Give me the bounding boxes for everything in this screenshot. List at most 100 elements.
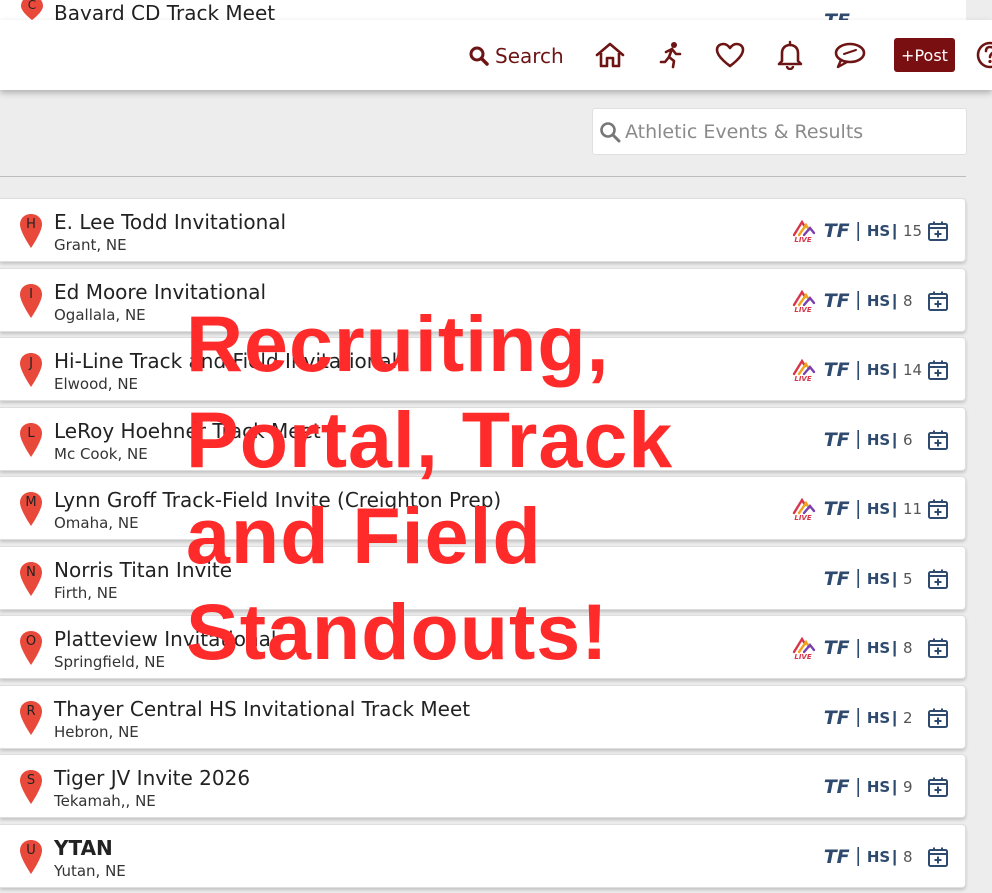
event-location: Tekamah,, NE <box>54 792 156 810</box>
map-pin-icon: U <box>19 839 43 880</box>
event-row[interactable]: H E. Lee Todd Invitational Grant, NE LIV… <box>0 198 966 262</box>
map-pin-icon: L <box>19 422 43 463</box>
svg-text:L: L <box>27 426 35 441</box>
event-name[interactable]: YTAN <box>54 836 113 860</box>
events-search-input[interactable] <box>625 120 945 143</box>
event-row[interactable]: S Tiger JV Invite 2026 Tekamah,, NE LIVE… <box>0 754 966 818</box>
separator: | <box>855 706 861 728</box>
event-location: Yutan, NE <box>54 861 126 880</box>
team-count: 8 <box>903 639 913 657</box>
event-row[interactable]: O Platteview Invitational Springfield, N… <box>0 615 966 679</box>
calendar-add-icon[interactable] <box>927 359 949 381</box>
event-name[interactable]: E. Lee Todd Invitational <box>54 210 286 234</box>
event-name[interactable]: LeRoy Hoehner Track Meet <box>54 419 321 443</box>
event-name[interactable]: Platteview Invitational <box>54 627 276 651</box>
separator: | <box>892 568 897 588</box>
svg-text:LIVE: LIVE <box>794 306 811 313</box>
sport-label: TF <box>823 428 850 451</box>
live-results-icon[interactable]: LIVE <box>790 289 816 313</box>
sport-label: TF <box>823 845 850 868</box>
event-name[interactable]: Ed Moore Invitational <box>54 280 266 304</box>
event-location: Ogallala, NE <box>54 305 146 324</box>
separator: | <box>855 636 861 659</box>
event-name[interactable]: Hi-Line Track and Field Invitational <box>54 349 397 373</box>
level-label: HS <box>866 569 891 588</box>
event-location: Firth, NE <box>54 583 118 602</box>
event-location: Elwood, NE <box>54 375 139 393</box>
level-label: HS <box>866 291 891 310</box>
event-name[interactable]: Thayer Central HS Invitational Track Mee… <box>54 697 470 721</box>
separator: | <box>855 428 861 450</box>
event-meta: LIVE TF | HS | 14 <box>790 356 949 384</box>
team-count: 8 <box>903 847 913 866</box>
map-pin-icon: S <box>19 769 43 810</box>
event-location: Mc Cook, NE <box>54 444 148 463</box>
separator: | <box>892 638 897 657</box>
live-results-icon[interactable]: LIVE <box>790 219 816 243</box>
chat-icon[interactable] <box>833 40 867 70</box>
svg-text:I: I <box>29 287 33 302</box>
sport-label: TF <box>823 220 850 242</box>
team-count: 15 <box>903 222 923 240</box>
svg-text:H: H <box>26 217 36 232</box>
svg-text:M: M <box>25 495 36 510</box>
event-meta: LIVE TF | HS | 9 <box>790 773 949 801</box>
top-nav-bar: Search +Post <box>0 20 992 90</box>
event-row[interactable]: R Thayer Central HS Invitational Track M… <box>0 684 966 749</box>
event-row[interactable]: I Ed Moore Invitational Ogallala, NE LIV… <box>0 267 966 332</box>
help-icon[interactable] <box>975 40 992 75</box>
sport-label: TF <box>823 637 850 659</box>
heart-icon[interactable] <box>713 40 747 70</box>
calendar-add-icon[interactable] <box>927 220 949 242</box>
calendar-add-icon[interactable] <box>927 776 949 798</box>
event-row[interactable]: J Hi-Line Track and Field Invitational E… <box>0 337 966 401</box>
calendar-add-icon[interactable] <box>927 707 949 729</box>
map-pin-icon: R <box>19 700 43 741</box>
event-row[interactable]: L LeRoy Hoehner Track Meet Mc Cook, NE L… <box>0 406 966 471</box>
events-filter[interactable] <box>592 108 967 155</box>
map-pin-icon: H <box>19 213 43 254</box>
calendar-add-icon[interactable] <box>927 429 949 451</box>
event-row[interactable]: M Lynn Groff Track-Field Invite (Creight… <box>0 476 966 540</box>
level-label: HS <box>866 639 891 657</box>
level-label: HS <box>866 708 891 727</box>
event-row[interactable]: U YTAN Yutan, NE LIVE TF | HS | 8 <box>0 823 966 888</box>
level-label: HS <box>866 430 891 449</box>
event-name[interactable]: Norris Titan Invite <box>54 558 232 582</box>
home-icon[interactable] <box>593 40 627 70</box>
event-name[interactable]: Lynn Groff Track-Field Invite (Creighton… <box>54 488 501 512</box>
event-location: Omaha, NE <box>54 514 139 532</box>
search-icon <box>600 121 621 142</box>
running-person-icon[interactable] <box>654 40 688 70</box>
separator: | <box>892 429 897 449</box>
calendar-add-icon[interactable] <box>927 498 949 520</box>
event-name[interactable]: Tiger JV Invite 2026 <box>54 766 250 790</box>
event-meta: LIVE TF | HS | 2 <box>790 704 949 732</box>
calendar-add-icon[interactable] <box>927 846 949 868</box>
bell-icon[interactable] <box>773 40 807 70</box>
live-results-icon[interactable]: LIVE <box>790 358 816 382</box>
level-label: HS <box>866 847 891 866</box>
partial-event-row[interactable]: C Bayard CD Track Meet TF <box>0 0 966 22</box>
event-row[interactable]: N Norris Titan Invite Firth, NE LIVE TF … <box>0 545 966 610</box>
separator: | <box>855 497 861 520</box>
post-button[interactable]: +Post <box>894 38 955 72</box>
separator: | <box>855 289 861 311</box>
svg-text:N: N <box>26 565 36 580</box>
map-pin-icon: O <box>19 630 43 671</box>
event-meta: LIVE TF | HS | 8 <box>790 843 949 871</box>
svg-text:LIVE: LIVE <box>794 514 811 521</box>
separator: | <box>892 290 897 310</box>
svg-text:C: C <box>28 0 36 12</box>
separator: | <box>892 777 897 796</box>
live-results-icon[interactable]: LIVE <box>790 636 816 660</box>
live-results-icon[interactable]: LIVE <box>790 497 816 521</box>
calendar-add-icon[interactable] <box>927 568 949 590</box>
separator: | <box>892 221 897 240</box>
calendar-add-icon[interactable] <box>927 637 949 659</box>
search-link[interactable]: Search <box>469 42 564 70</box>
calendar-add-icon[interactable] <box>927 290 949 312</box>
search-label: Search <box>495 44 564 68</box>
svg-text:LIVE: LIVE <box>794 653 811 660</box>
event-meta: LIVE TF | HS | 15 <box>790 217 949 245</box>
